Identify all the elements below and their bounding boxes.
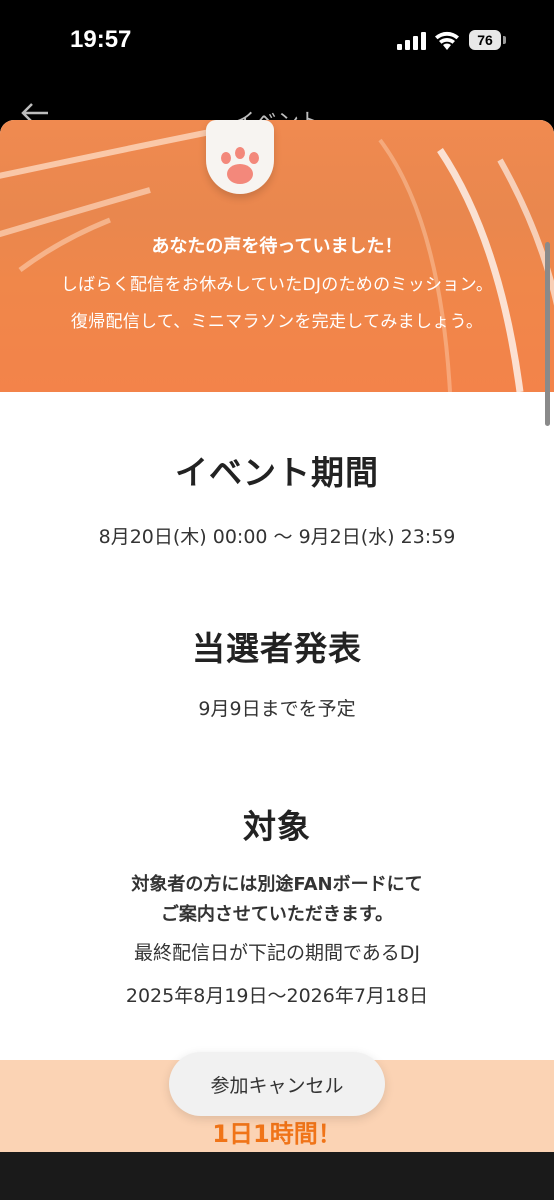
hero-headline: あなたの声を待っていました！	[151, 236, 403, 257]
event-sheet: あなたの声を待っていました！ しばらく配信をお休みしていたDJのためのミッション…	[0, 120, 554, 1152]
hero-banner: あなたの声を待っていました！ しばらく配信をお休みしていたDJのためのミッション…	[0, 120, 554, 392]
battery-nub	[503, 36, 506, 44]
event-period-section: イベント期間 8月20日(木) 00:00 〜 9月2日(水) 23:59	[0, 446, 554, 549]
hero-line: しばらく配信をお休みしていたDJのためのミッション。	[60, 275, 494, 295]
hero-line: 復帰配信して、ミニマラソンを完走してみましょう。	[70, 312, 484, 332]
target-line: 最終配信日が下記の期間であるDJ	[133, 942, 421, 964]
screen: 19:57 76 イベント	[0, 0, 554, 1200]
winners-body: 9月9日までを予定	[198, 698, 356, 720]
signal-icon	[397, 32, 426, 50]
winners-title: 当選者発表	[192, 629, 362, 668]
bottom-bar	[0, 1152, 554, 1200]
paw-print-icon	[221, 147, 259, 184]
target-title: 対象	[243, 807, 311, 846]
status-time: 19:57	[70, 26, 132, 53]
cancel-participation-button[interactable]: 参加キャンセル	[169, 1052, 385, 1116]
winners-section: 当選者発表 9月9日までを予定	[0, 622, 554, 721]
paw-character-icon	[206, 120, 274, 194]
status-bar: 19:57 76	[0, 0, 554, 82]
target-section: 対象 対象者の方には別途FANボードにて ご案内させていただきます。 最終配信日…	[0, 800, 554, 1008]
scrollbar[interactable]	[545, 242, 550, 426]
hero-text: あなたの声を待っていました！ しばらく配信をお休みしていたDJのためのミッション…	[0, 232, 554, 344]
battery-icon: 76	[469, 30, 501, 50]
event-period-body: 8月20日(木) 00:00 〜 9月2日(水) 23:59	[98, 526, 456, 548]
event-period-title: イベント期間	[175, 453, 379, 492]
wifi-icon	[435, 31, 459, 50]
target-bold-line: 対象者の方には別途FANボードにて	[131, 874, 423, 895]
target-line: 2025年8月19日〜2026年7月18日	[125, 985, 429, 1007]
target-bold-line: ご案内させていただきます。	[160, 904, 394, 925]
nav-header: イベント	[0, 82, 554, 135]
banner-text: 1日1時間！	[212, 1120, 342, 1148]
